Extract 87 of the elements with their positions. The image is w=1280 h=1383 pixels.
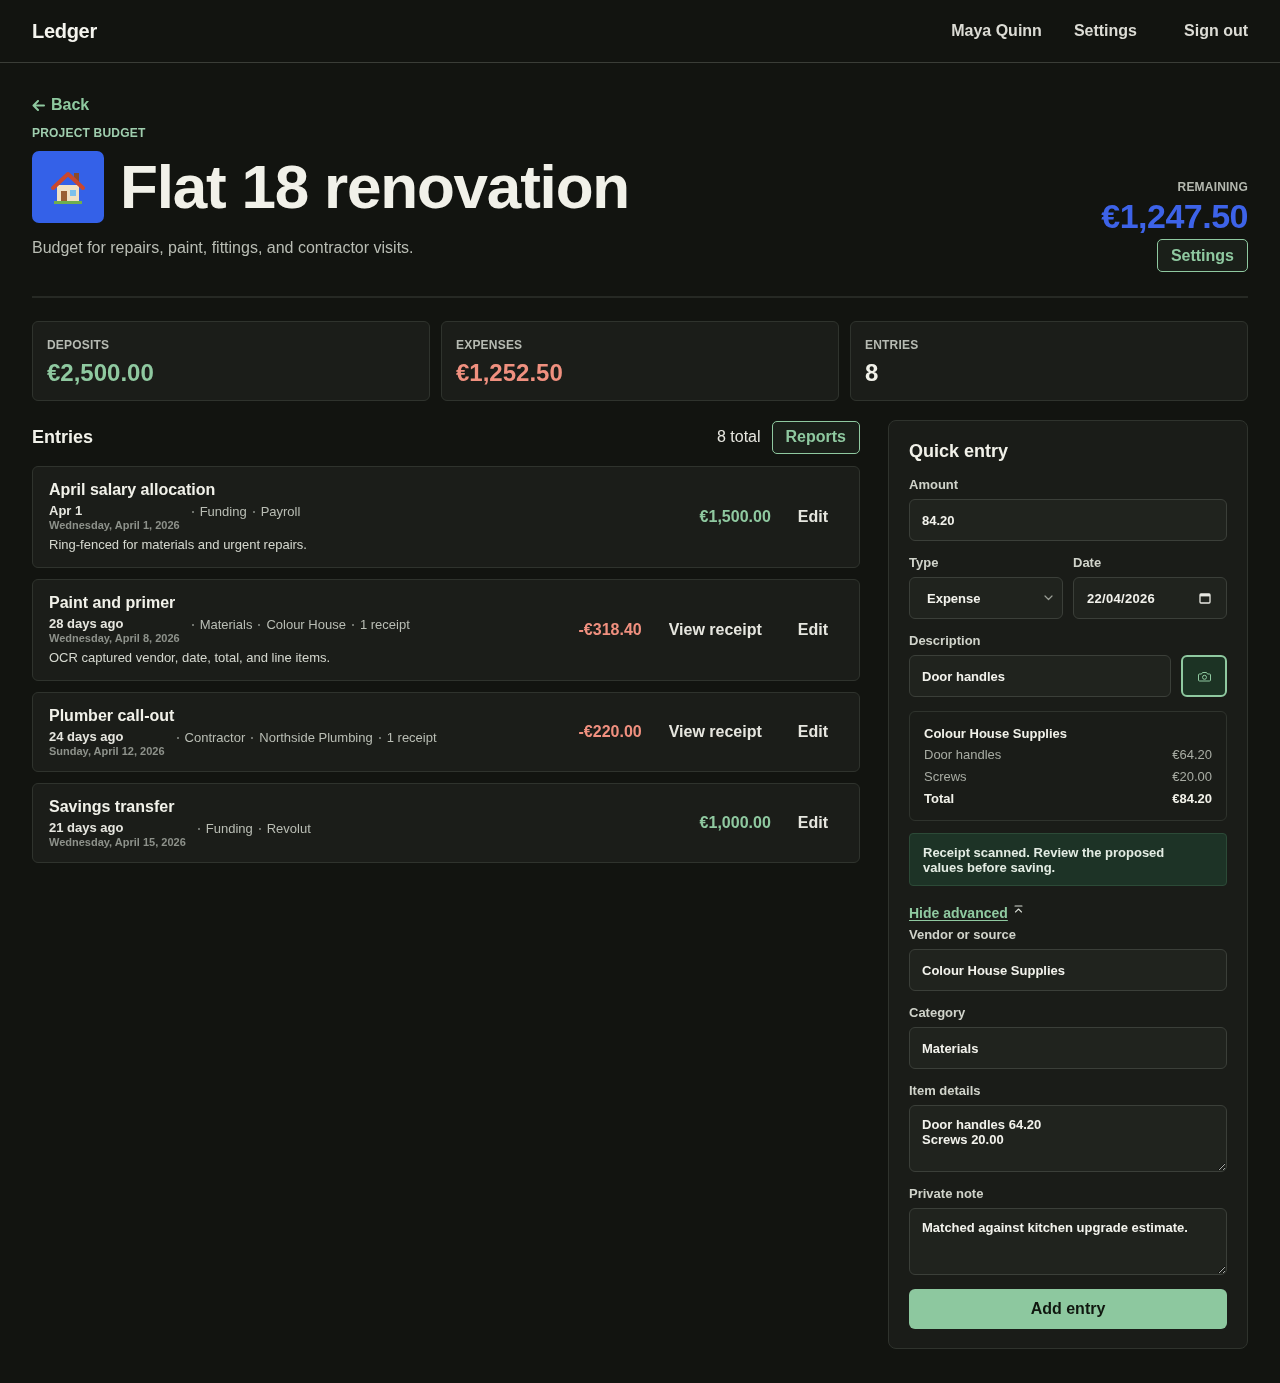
settings-link[interactable]: Settings: [1073, 22, 1137, 40]
entry-relative-date: 24 days ago: [49, 729, 125, 745]
calendar-icon: [1199, 592, 1211, 604]
field-label: Type: [909, 555, 940, 571]
field-label: Private note: [909, 1186, 985, 1202]
chevron-down-icon: [1044, 595, 1053, 601]
entry-title: Paint and primer: [49, 593, 177, 613]
type-select[interactable]: Expense: [909, 577, 1063, 619]
add-entry-button[interactable]: Add entry: [909, 1289, 1227, 1329]
text-area[interactable]: Door handles 64.20 Screws 20.00: [909, 1105, 1227, 1172]
text-field[interactable]: Colour House Supplies: [909, 949, 1227, 991]
back-link[interactable]: Back: [32, 95, 90, 115]
reports-button[interactable]: Reports: [771, 420, 860, 454]
line-item-label: Screws: [924, 768, 967, 786]
description-field[interactable]: Door handles: [909, 655, 1171, 697]
entry-meta-item: 1 receipt: [359, 617, 410, 633]
arrow-left-icon: [32, 99, 45, 111]
entry-meta-item: Northside Plumbing: [259, 730, 373, 746]
date-field[interactable]: 22/04/2026: [1073, 577, 1227, 619]
text-area[interactable]: Matched against kitchen upgrade estimate.: [909, 1208, 1227, 1275]
stat-label: DEPOSITS: [47, 338, 111, 352]
entry-meta-item: Contractor: [184, 730, 246, 746]
stat-label: ENTRIES: [865, 338, 920, 352]
entry-amount: €1,000.00: [699, 814, 771, 832]
entry-date: Wednesday, April 15, 2026: [49, 836, 186, 849]
house-icon: [32, 151, 104, 223]
entry-meta-item: Colour House: [266, 617, 346, 633]
field-label: Item details: [909, 1083, 982, 1099]
section-title: Entries: [32, 426, 94, 448]
entry-meta-item: Revolut: [266, 821, 311, 837]
user-name-link[interactable]: Maya Quinn: [951, 22, 1042, 40]
entry-title: Savings transfer: [49, 797, 176, 817]
entry-meta-item: Materials: [199, 617, 253, 633]
field-label: Date: [1073, 555, 1103, 571]
entry-amount: -€220.00: [578, 723, 642, 741]
edit-button[interactable]: Edit: [782, 715, 843, 749]
entry-date: Wednesday, April 1, 2026: [49, 519, 180, 532]
app-logo[interactable]: Ledger: [32, 19, 97, 43]
stat-value: €1,252.50: [456, 359, 564, 387]
view-receipt-button[interactable]: View receipt: [653, 613, 777, 647]
page-title: Flat 18 renovation: [120, 151, 629, 223]
total-label: Total: [924, 790, 955, 808]
advanced-toggle-link[interactable]: Hide advanced: [909, 904, 1023, 922]
camera-button[interactable]: [1181, 655, 1227, 697]
scan-notice: Receipt scanned. Review the proposed values before saving.: [909, 833, 1227, 886]
line-item-amount: €64.20: [1172, 746, 1212, 764]
entry-count: 8 total: [716, 428, 761, 446]
stat-label: EXPENSES: [456, 338, 524, 352]
stat-value: €2,500.00: [47, 359, 155, 387]
receipt-vendor: Colour House Supplies: [924, 726, 1068, 742]
entry-meta-item: Payroll: [260, 504, 301, 520]
entry-relative-date: 21 days ago: [49, 820, 125, 836]
amount-field[interactable]: 84.20: [909, 499, 1227, 541]
camera-icon: [1197, 670, 1211, 682]
stat-value: 8: [865, 359, 880, 387]
entry-relative-date: 28 days ago: [49, 616, 125, 632]
entry-meta-item: Funding: [199, 504, 247, 520]
entry-meta-item: 1 receipt: [386, 730, 437, 746]
entry-title: April salary allocation: [49, 480, 217, 500]
page-eyebrow: PROJECT BUDGET: [32, 125, 146, 141]
panel-title: Quick entry: [909, 440, 1010, 463]
total-amount: €84.20: [1172, 790, 1212, 808]
field-label: Amount: [909, 477, 960, 493]
page-description: Budget for repairs, paint, fittings, and contractor visits.: [32, 239, 414, 257]
line-item-amount: €20.00: [1172, 768, 1212, 786]
text-field[interactable]: Materials: [909, 1027, 1227, 1069]
entry-amount: €1,500.00: [699, 508, 771, 526]
entry-date: Wednesday, April 8, 2026: [49, 632, 180, 645]
entry-title: Plumber call-out: [49, 706, 176, 726]
settings-button[interactable]: Settings: [1156, 239, 1248, 272]
remaining-label: REMAINING: [1177, 179, 1248, 195]
view-receipt-button[interactable]: View receipt: [653, 715, 777, 749]
entry-note: OCR captured vendor, date, total, and line items.: [49, 649, 332, 667]
entry-relative-date: Apr 1: [49, 503, 84, 519]
field-label: Category: [909, 1005, 967, 1021]
line-item-label: Door handles: [924, 746, 1002, 764]
field-label: Description: [909, 633, 982, 649]
remaining-amount: €1,247.50: [1101, 196, 1248, 236]
entry-amount: -€318.40: [578, 621, 642, 639]
edit-button[interactable]: Edit: [782, 500, 843, 534]
edit-button[interactable]: Edit: [782, 613, 843, 647]
entry-date: Sunday, April 12, 2026: [49, 745, 165, 758]
entry-meta-item: Funding: [205, 821, 253, 837]
sign-out-button[interactable]: Sign out: [1169, 16, 1263, 46]
edit-button[interactable]: Edit: [782, 806, 843, 840]
field-label: Vendor or source: [909, 927, 1017, 943]
entry-note: Ring-fenced for materials and urgent repairs.: [49, 536, 307, 554]
